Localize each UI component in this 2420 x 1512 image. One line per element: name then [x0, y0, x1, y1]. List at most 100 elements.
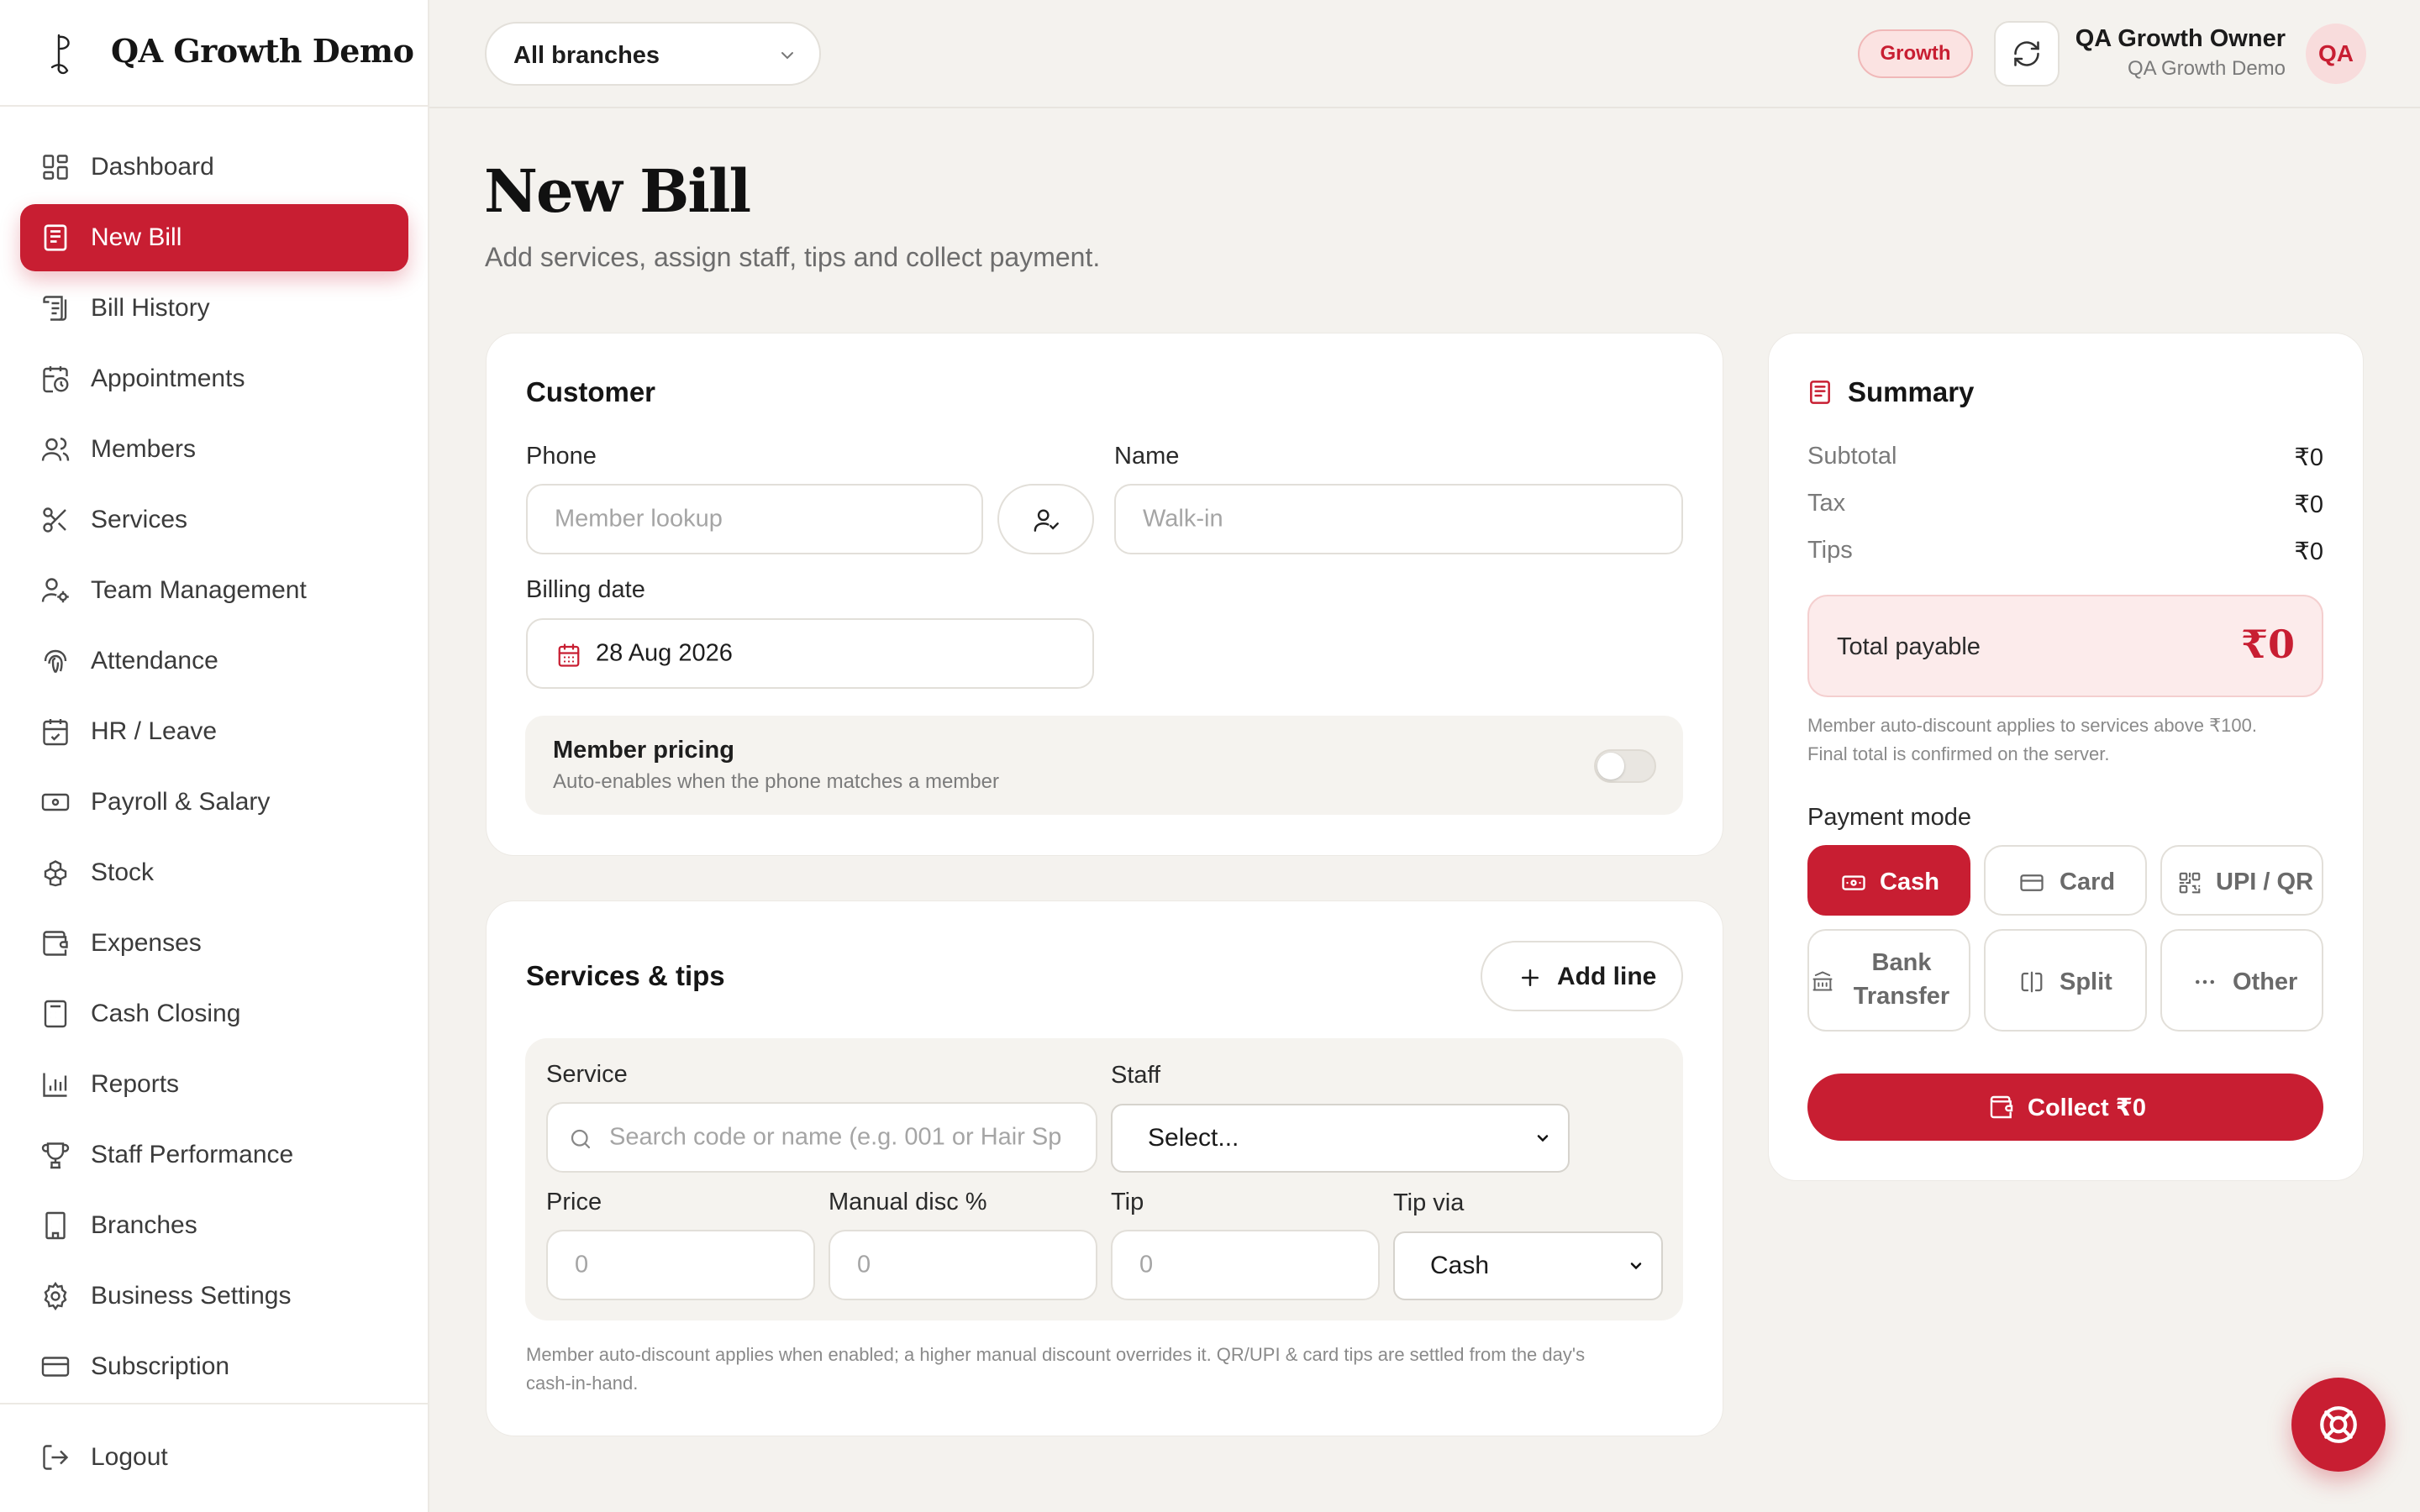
sidebar-item-members[interactable]: Members — [20, 416, 408, 483]
brand-logo-icon — [50, 34, 70, 75]
summary-note-line2: Final total is confirmed on the server. — [1807, 743, 2110, 764]
sidebar-item-label: Members — [91, 435, 197, 463]
total-payable-label: Total payable — [1837, 633, 1981, 660]
sidebar-item-label: Cash Closing — [91, 1000, 241, 1027]
scissors-icon — [43, 507, 66, 533]
member-pricing-row: Member pricing Auto-enables when the pho… — [525, 716, 1683, 815]
sidebar-item-expenses[interactable]: Expenses — [20, 910, 408, 977]
service-label: Service — [546, 1061, 628, 1088]
sidebar-item-hr-leave[interactable]: HR / Leave — [20, 698, 408, 765]
users-icon — [41, 438, 70, 461]
qr-code-icon — [2179, 872, 2201, 894]
refresh-button[interactable] — [1994, 21, 2060, 87]
boxes-icon — [44, 860, 67, 887]
sidebar-item-label: Business Settings — [91, 1282, 292, 1310]
member-pricing-toggle[interactable] — [1594, 749, 1656, 783]
sidebar-item-label: Subscription — [91, 1352, 230, 1380]
collect-button[interactable]: Collect ₹0 — [1807, 1074, 2323, 1141]
sidebar-item-stock[interactable]: Stock — [20, 839, 408, 906]
phone-input[interactable]: Member lookup — [526, 484, 983, 554]
sidebar-item-appointments[interactable]: Appointments — [20, 345, 408, 412]
tip-placeholder: 0 — [1139, 1251, 1154, 1278]
tax-row: Tax ₹0 — [1807, 490, 2323, 518]
price-input[interactable]: 0 — [546, 1230, 815, 1300]
payment-mode-cash[interactable]: Cash — [1807, 845, 1970, 916]
calendar-clock-icon — [43, 366, 69, 393]
life-buoy-icon — [2320, 1406, 2357, 1443]
plan-badge: Growth — [1858, 29, 1973, 78]
calendar-icon — [558, 643, 580, 667]
payment-mode-label: Payment mode — [1807, 804, 1972, 831]
customer-card-title: Customer — [526, 376, 656, 407]
sidebar-item-label: Attendance — [91, 647, 218, 675]
payment-mode-other-label: Other — [2233, 969, 2298, 995]
trophy-icon — [41, 1142, 70, 1169]
billing-date-value: 28 Aug 2026 — [596, 639, 733, 667]
name-input[interactable]: Walk-in — [1114, 484, 1683, 554]
sidebar-item-dashboard[interactable]: Dashboard — [20, 134, 408, 201]
credit-card-icon — [2020, 874, 2044, 891]
manual-disc-input[interactable]: 0 — [829, 1230, 1097, 1300]
manual-disc-label: Manual disc % — [829, 1189, 987, 1215]
logout-button[interactable]: Logout — [20, 1424, 408, 1491]
member-pricing-desc: Auto-enables when the phone matches a me… — [553, 770, 999, 793]
sidebar-item-label: Appointments — [91, 365, 245, 392]
sidebar-item-attendance[interactable]: Attendance — [20, 627, 408, 695]
tip-via-label: Tip via — [1393, 1189, 1465, 1216]
branch-select[interactable]: All branches — [485, 22, 821, 86]
member-lookup-button[interactable] — [997, 484, 1094, 554]
brand-header: QA Growth Demo — [0, 0, 428, 107]
staff-select-value: Select... — [1148, 1124, 1239, 1152]
sidebar-item-label: Services — [91, 506, 188, 533]
sidebar-item-payroll-salary[interactable]: Payroll & Salary — [20, 769, 408, 836]
tip-via-select[interactable]: Cash — [1393, 1231, 1663, 1300]
sidebar-item-new-bill[interactable]: New Bill — [20, 204, 408, 271]
dashboard-icon — [43, 155, 68, 180]
logout-icon — [43, 1445, 69, 1470]
sidebar-item-subscription[interactable]: Subscription — [20, 1333, 408, 1400]
total-payable-box: Total payable ₹0 — [1807, 595, 2323, 697]
service-search-placeholder: Search code or name (e.g. 001 or Hair Sp — [609, 1123, 1062, 1151]
payment-mode-split-label: Split — [2060, 969, 2112, 995]
sidebar-item-reports[interactable]: Reports — [20, 1051, 408, 1118]
billing-date-input[interactable]: 28 Aug 2026 — [526, 618, 1094, 689]
chevron-down-icon — [781, 52, 793, 60]
credit-card-icon — [41, 1357, 70, 1377]
add-line-button[interactable]: Add line — [1481, 941, 1683, 1011]
sidebar-item-label: Reports — [91, 1070, 180, 1098]
toggle-knob — [1597, 753, 1624, 780]
payment-mode-other[interactable]: Other — [2160, 929, 2323, 1032]
sidebar-item-branches[interactable]: Branches — [20, 1192, 408, 1259]
sidebar-item-services[interactable]: Services — [20, 486, 408, 554]
sidebar-item-business-settings[interactable]: Business Settings — [20, 1263, 408, 1330]
avatar[interactable]: QA — [2306, 24, 2366, 84]
tips-row: Tips ₹0 — [1807, 537, 2323, 565]
sidebar-item-team-management[interactable]: Team Management — [20, 557, 408, 624]
tax-label: Tax — [1807, 490, 1846, 517]
branch-select-value: All branches — [513, 42, 660, 69]
payment-mode-card-label: Card — [2060, 869, 2116, 895]
sidebar-item-cash-closing[interactable]: Cash Closing — [20, 980, 408, 1047]
help-button[interactable] — [2291, 1378, 2386, 1472]
payment-mode-upi-qr[interactable]: UPI / QR — [2160, 845, 2323, 916]
refresh-icon — [2014, 41, 2039, 66]
payment-mode-bank-transfer[interactable]: Bank Transfer — [1807, 929, 1970, 1032]
sidebar-item-staff-performance[interactable]: Staff Performance — [20, 1121, 408, 1189]
sidebar: QA Growth Demo Dashboard New Bill Bill H… — [0, 0, 429, 1512]
user-name: QA Growth Owner — [2075, 25, 2286, 52]
sidebar-item-bill-history[interactable]: Bill History — [20, 275, 408, 342]
service-search-input[interactable]: Search code or name (e.g. 001 or Hair Sp — [546, 1102, 1097, 1173]
payment-mode-bank-transfer-label-line1: Bank — [1871, 949, 1932, 976]
payment-mode-card[interactable]: Card — [1984, 845, 2147, 916]
payment-mode-split[interactable]: Split — [1984, 929, 2147, 1032]
page-title: New Bill — [484, 156, 751, 226]
banknote-icon — [41, 793, 70, 811]
add-line-label: Add line — [1557, 963, 1657, 990]
tip-input[interactable]: 0 — [1111, 1230, 1380, 1300]
split-icon — [2021, 971, 2043, 993]
bar-chart-icon — [43, 1073, 67, 1097]
subtotal-row: Subtotal ₹0 — [1807, 443, 2323, 471]
staff-select[interactable]: Select... — [1111, 1104, 1570, 1173]
wallet-icon — [43, 931, 68, 956]
plus-icon — [1522, 969, 1539, 986]
